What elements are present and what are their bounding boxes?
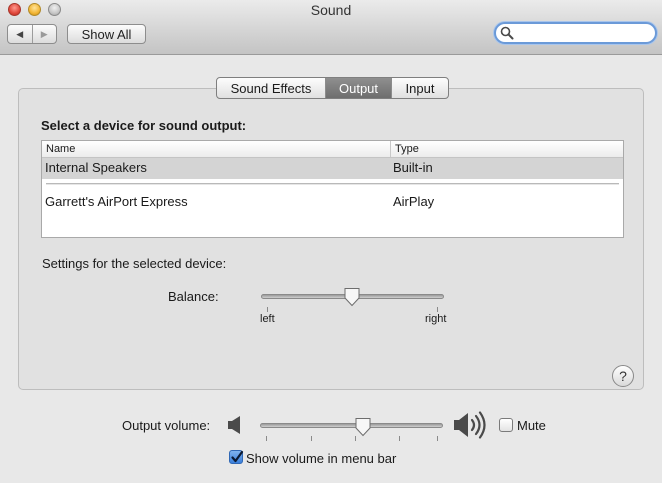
speaker-low-icon — [228, 416, 240, 434]
output-volume-slider-thumb[interactable] — [354, 417, 372, 437]
speaker-high-icon — [454, 411, 486, 439]
tab-sound-effects[interactable]: Sound Effects — [217, 78, 325, 98]
device-list-heading: Select a device for sound output: — [41, 118, 247, 133]
sound-preferences-window: Sound ◀ ▶ Show All Sound Effects Output … — [0, 0, 662, 483]
output-volume-slider[interactable] — [260, 423, 443, 428]
tab-output[interactable]: Output — [325, 78, 391, 98]
volume-tick — [266, 436, 267, 441]
balance-tick-right — [437, 307, 438, 312]
balance-right-label: right — [425, 313, 447, 325]
search-field[interactable] — [494, 22, 657, 44]
table-row[interactable]: Garrett's AirPort Express AirPlay — [42, 192, 623, 213]
mute-label[interactable]: Mute — [517, 418, 546, 433]
volume-tick — [399, 436, 400, 441]
device-type: Built-in — [393, 160, 433, 175]
triangle-right-icon: ▶ — [40, 28, 48, 39]
back-forward-control: ◀ ▶ — [7, 24, 57, 44]
tab-input[interactable]: Input — [391, 78, 448, 98]
triangle-left-icon: ◀ — [16, 28, 24, 39]
table-header: Name Type — [42, 141, 623, 158]
search-input[interactable] — [516, 25, 650, 41]
balance-slider-thumb[interactable] — [343, 287, 361, 307]
device-name: Internal Speakers — [45, 160, 147, 175]
volume-tick — [311, 436, 312, 441]
column-divider[interactable] — [390, 141, 391, 157]
volume-tick — [437, 436, 438, 441]
balance-tick-left — [267, 307, 268, 312]
show-all-button[interactable]: Show All — [67, 24, 146, 44]
search-icon — [500, 26, 514, 40]
help-button[interactable]: ? — [612, 365, 634, 387]
balance-label: Balance: — [168, 289, 219, 304]
mute-checkbox[interactable] — [499, 418, 513, 432]
column-header-name[interactable]: Name — [46, 143, 75, 155]
window-title: Sound — [310, 2, 352, 18]
output-panel: Select a device for sound output: Name T… — [18, 88, 644, 390]
output-device-table: Name Type Internal Speakers Built-in Gar… — [41, 140, 624, 238]
balance-left-label: left — [260, 313, 275, 325]
forward-button[interactable]: ▶ — [31, 25, 57, 43]
title-bar: Sound ◀ ▶ Show All — [0, 0, 662, 55]
table-row[interactable]: Internal Speakers Built-in — [42, 158, 623, 179]
pane-tabs: Sound Effects Output Input — [216, 77, 449, 99]
device-type: AirPlay — [393, 194, 435, 209]
show-volume-label[interactable]: Show volume in menu bar — [246, 451, 396, 466]
settings-label: Settings for the selected device: — [42, 256, 227, 271]
device-name: Garrett's AirPort Express — [45, 194, 188, 209]
output-volume-label: Output volume: — [122, 418, 211, 433]
column-header-type[interactable]: Type — [395, 143, 419, 155]
device-group-separator — [46, 183, 619, 185]
checkmark-icon — [231, 450, 244, 463]
back-button[interactable]: ◀ — [8, 25, 32, 43]
show-volume-checkbox[interactable] — [229, 450, 244, 464]
